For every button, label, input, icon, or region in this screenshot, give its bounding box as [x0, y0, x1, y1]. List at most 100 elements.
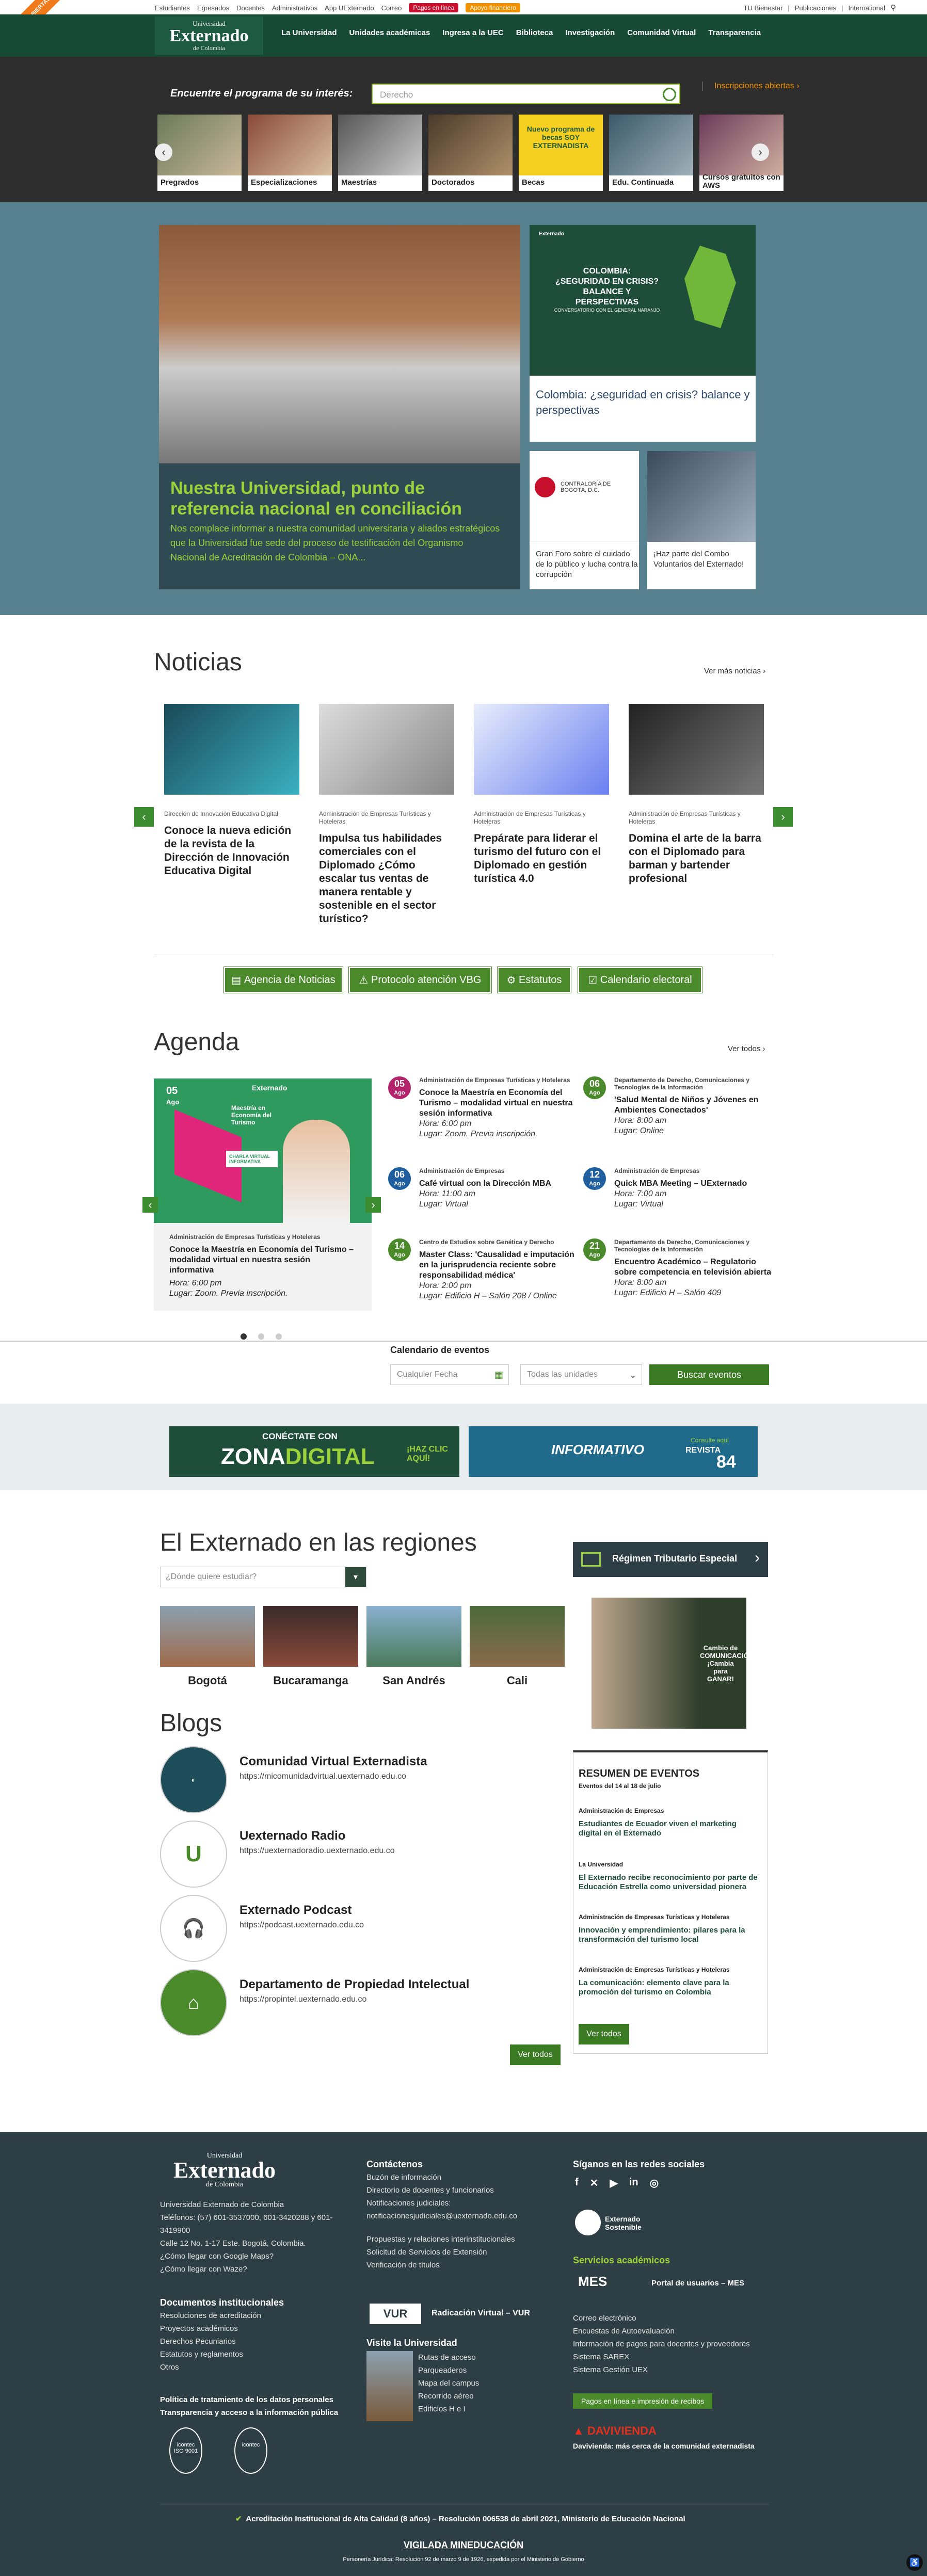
menu-investigacion[interactable]: Investigación: [565, 28, 615, 37]
pager-dot-3[interactable]: [276, 1333, 282, 1340]
regimen-tributario-button[interactable]: Régimen Tributario Especial ›: [573, 1542, 768, 1577]
search-icon[interactable]: [663, 88, 676, 101]
agenda-event-1[interactable]: 05 Ago Administración de Empresas Turístic…: [388, 1076, 579, 1139]
agenda-event-3[interactable]: 06 Ago Administración de Empresas Café virt…: [388, 1167, 579, 1210]
menu-ingresa[interactable]: Ingresa a la UEC: [442, 28, 503, 37]
hero-side-title-1[interactable]: Colombia: ¿seguridad en crisis? balance …: [536, 387, 756, 418]
accessibility-icon[interactable]: ♿: [906, 2554, 923, 2571]
google-maps-link[interactable]: ¿Cómo llegar con Google Maps?: [160, 2250, 356, 2263]
zona-digital-banner[interactable]: CONÉCTATE CON ZONADIGITAL ¡HAZ CLIC AQUÍ…: [169, 1426, 459, 1477]
news-item-4[interactable]: Administración de Empresas Turísticas y …: [629, 704, 764, 886]
region-select[interactable]: ¿Dónde quiere estudiar? ▾: [160, 1567, 366, 1587]
service-link[interactable]: Sistema SAREX: [573, 2350, 779, 2363]
comunicacion-banner[interactable]: Cambio de COMUNICACIÓN ¡Cambia para GANA…: [592, 1598, 754, 1729]
vur-link[interactable]: Radicación Virtual – VUR: [431, 2309, 530, 2318]
linkedin-icon[interactable]: in: [629, 2177, 638, 2189]
contact-email[interactable]: notificacionesjudiciales@uexternado.edu.…: [366, 2210, 542, 2223]
btn-estatutos[interactable]: ⚙ Estatutos: [497, 967, 571, 993]
summary-item-3[interactable]: Administración de Empresas Turísticas y …: [579, 1913, 759, 1944]
news-prev-arrow[interactable]: ‹: [134, 807, 154, 827]
youtube-icon[interactable]: ▶: [610, 2177, 617, 2189]
topbar-link-international[interactable]: International: [848, 4, 885, 12]
summary-item-1[interactable]: Administración de Empresas Estudiantes de…: [579, 1807, 759, 1838]
topbar-link-administrativos[interactable]: Administrativos: [272, 4, 317, 12]
news-item-2[interactable]: Administración de Empresas Turísticas y …: [319, 704, 454, 926]
hero-side-title-3[interactable]: ¡Haz parte del Combo Voluntarios del Ext…: [653, 549, 756, 570]
doc-link[interactable]: Derechos Pecuniarios: [160, 2335, 356, 2348]
finder-next-arrow[interactable]: ›: [752, 143, 769, 161]
facebook-icon[interactable]: f: [575, 2177, 579, 2189]
topbar-link-correo[interactable]: Correo: [381, 4, 402, 12]
region-san-andres[interactable]: San Andrés: [366, 1606, 461, 1687]
topbar-link-estudiantes[interactable]: Estudiantes: [155, 4, 190, 12]
search-icon[interactable]: ⚲: [890, 3, 896, 12]
pager-dot-1[interactable]: [241, 1333, 247, 1340]
policy-link[interactable]: Transparencia y acceso a la información …: [160, 2406, 356, 2419]
financial-aid-button[interactable]: Apoyo financiero: [466, 3, 520, 12]
sostenible-link[interactable]: Externado Sostenible: [605, 2215, 651, 2231]
agenda-event-2[interactable]: 06 Ago Departamento de Derecho, Comunicaci…: [583, 1076, 774, 1136]
hero-title[interactable]: Nuestra Universidad, punto de referencia…: [170, 478, 501, 519]
card-doctorados[interactable]: Doctorados: [428, 115, 513, 191]
summary-item-4[interactable]: Administración de Empresas Turísticas y …: [579, 1966, 759, 1997]
doc-link[interactable]: Proyectos académicos: [160, 2322, 356, 2335]
waze-link[interactable]: ¿Cómo llegar con Waze?: [160, 2263, 356, 2276]
agenda-prev-arrow[interactable]: ‹: [142, 1197, 158, 1213]
agenda-featured-card[interactable]: 05 Ago Externado Maestría en Economía del…: [154, 1078, 372, 1311]
news-more-link[interactable]: Ver más noticias ›: [704, 667, 765, 675]
contact-link[interactable]: Verificación de títulos: [366, 2259, 542, 2272]
hero-side-card-2[interactable]: CONTRALORÍA DE BOGOTÁ, D.C. Gran Foro so…: [530, 451, 639, 589]
agenda-event-5[interactable]: 14 Ago Centro de Estudios sobre Genética y…: [388, 1238, 579, 1301]
pay-online-button[interactable]: Pagos en línea: [409, 3, 459, 12]
mes-link[interactable]: Portal de usuarios – MES: [651, 2279, 744, 2288]
btn-agencia-noticias[interactable]: ▤ Agencia de Noticias: [223, 967, 343, 993]
doc-link[interactable]: Otros: [160, 2361, 356, 2374]
news-item-1[interactable]: Dirección de Innovación Educativa Digita…: [164, 704, 299, 878]
informativo-banner[interactable]: INFORMATIVO Consulte aquí REVISTA 84: [469, 1426, 758, 1477]
visit-link[interactable]: Mapa del campus: [418, 2377, 542, 2390]
service-link[interactable]: Información de pagos para docentes y pro…: [573, 2338, 779, 2350]
topbar-link-docentes[interactable]: Docentes: [236, 4, 265, 12]
blog-propiedad-intelectual[interactable]: ⌂ Departamento de Propiedad Intelectual h…: [160, 1969, 573, 2036]
btn-calendario-electoral[interactable]: ☑ Calendario electoral: [578, 967, 702, 993]
service-link[interactable]: Correo electrónico: [573, 2312, 779, 2325]
visit-link[interactable]: Edificios H e I: [418, 2403, 542, 2416]
blogs-more-button[interactable]: Ver todos: [510, 2044, 561, 2065]
footer-logo[interactable]: Universidad Externado de Colombia: [160, 2152, 289, 2189]
topbar-link-app[interactable]: App UExternado: [325, 4, 374, 12]
blog-externado-podcast[interactable]: 🎧 Externado Podcast https://podcast.uexte…: [160, 1895, 573, 1962]
date-filter-input[interactable]: Cualquier Fecha ▦: [390, 1364, 509, 1385]
visit-link[interactable]: Rutas de acceso: [418, 2351, 542, 2364]
hero-side-card-1[interactable]: Externado COLOMBIA: ¿SEGURIDAD EN CRISIS…: [530, 225, 756, 442]
btn-protocolo-vbg[interactable]: ⚠ Protocolo atención VBG: [348, 967, 492, 993]
summary-more-button[interactable]: Ver todos: [579, 2024, 629, 2044]
news-item-3[interactable]: Administración de Empresas Turísticas y …: [474, 704, 609, 886]
menu-unidades[interactable]: Unidades académicas: [349, 28, 430, 37]
doc-link[interactable]: Resoluciones de acreditación: [160, 2309, 356, 2322]
agenda-event-6[interactable]: 21 Ago Departamento de Derecho, Comunicaci…: [583, 1238, 774, 1298]
doc-link[interactable]: Estatutos y reglamentos: [160, 2348, 356, 2361]
card-edu-continuada[interactable]: Edu. Continuada: [609, 115, 693, 191]
card-maestrias[interactable]: Maestrías: [338, 115, 422, 191]
hero-main-card[interactable]: Nuestra Universidad, punto de referencia…: [159, 225, 520, 589]
menu-transparencia[interactable]: Transparencia: [708, 28, 761, 37]
topbar-link-publicaciones[interactable]: Publicaciones: [795, 4, 836, 12]
agenda-more-link[interactable]: Ver todos ›: [728, 1044, 765, 1053]
policy-link[interactable]: Política de tratamiento de los datos per…: [160, 2393, 356, 2406]
davivienda-link[interactable]: Davivienda: más cerca de la comunidad ex…: [573, 2442, 755, 2450]
contact-link[interactable]: Propuestas y relaciones interinstitucion…: [366, 2233, 542, 2246]
card-especializaciones[interactable]: Especializaciones: [248, 115, 332, 191]
instagram-icon[interactable]: ◎: [650, 2177, 659, 2189]
summary-item-2[interactable]: La Universidad El Externado recibe recono…: [579, 1861, 759, 1892]
news-next-arrow[interactable]: ›: [773, 807, 793, 827]
pager-dot-2[interactable]: [258, 1333, 264, 1340]
units-select[interactable]: Todas las unidades ⌄: [520, 1364, 642, 1385]
card-becas[interactable]: Nuevo programa de becas SOY EXTERNADISTA…: [519, 115, 603, 191]
inscripciones-link[interactable]: Inscripciones abiertas ›: [702, 82, 800, 91]
topbar-link-bienestar[interactable]: TU Bienestar: [744, 4, 783, 12]
menu-comunidad-virtual[interactable]: Comunidad Virtual: [627, 28, 696, 37]
hero-side-card-3[interactable]: ¡Haz parte del Combo Voluntarios del Ext…: [647, 451, 756, 589]
agenda-next-arrow[interactable]: ›: [365, 1197, 381, 1213]
search-events-button[interactable]: Buscar eventos: [649, 1364, 769, 1385]
service-link[interactable]: Encuestas de Autoevaluación: [573, 2325, 779, 2338]
